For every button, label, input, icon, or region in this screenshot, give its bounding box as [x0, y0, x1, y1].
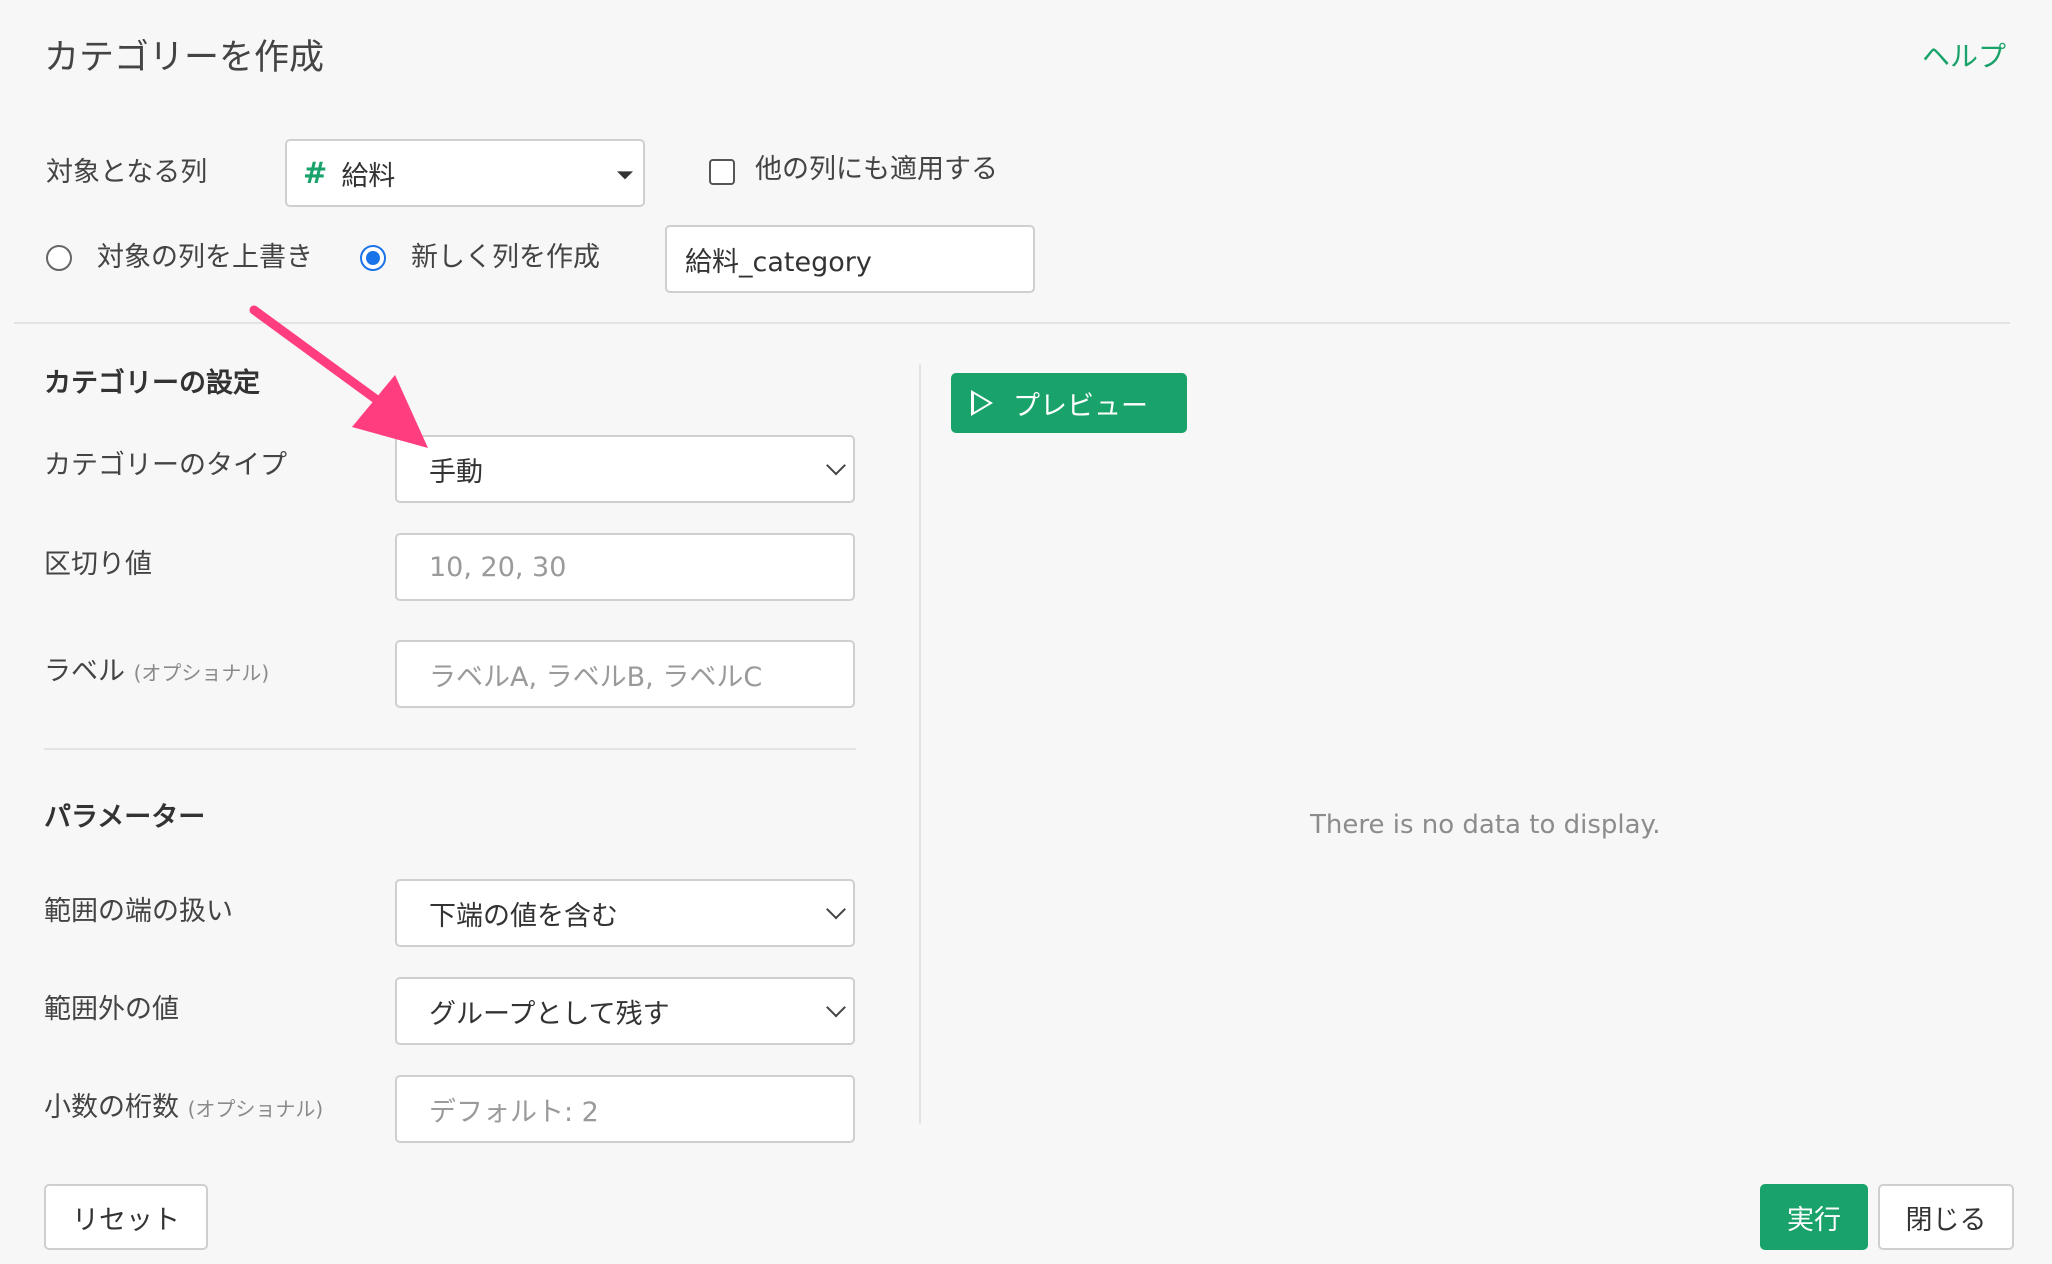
- chevron-down-icon: [826, 899, 846, 920]
- preview-button-label: プレビュー: [1013, 390, 1148, 422]
- out-of-range-select[interactable]: グループとして残す: [395, 977, 855, 1045]
- decimals-placeholder: デフォルト: 2: [429, 1096, 599, 1128]
- help-link[interactable]: ヘルプ: [1922, 38, 2006, 76]
- overwrite-column-label[interactable]: 対象の列を上書き: [97, 240, 313, 276]
- new-column-name-value: 給料_category: [685, 246, 872, 278]
- play-icon: [971, 390, 993, 416]
- range-edge-label: 範囲の端の扱い: [44, 896, 233, 927]
- create-category-dialog: カテゴリーを作成 ヘルプ 対象となる列 # 給料 他の列にも適用する 対象の列を…: [0, 0, 2052, 1264]
- empty-preview-message: There is no data to display.: [1310, 810, 1661, 840]
- chevron-down-icon: [826, 455, 846, 476]
- labels-optional-hint: (オプショナル): [133, 661, 270, 685]
- labels-input[interactable]: ラベルA, ラベルB, ラベルC: [395, 640, 855, 708]
- caret-down-icon: [617, 171, 633, 180]
- target-column-select[interactable]: # 給料: [285, 139, 645, 207]
- apply-other-columns-checkbox[interactable]: [709, 159, 735, 185]
- dialog-title: カテゴリーを作成: [44, 38, 325, 78]
- reset-button[interactable]: リセット: [44, 1184, 208, 1250]
- out-of-range-label: 範囲外の値: [44, 994, 179, 1025]
- target-column-label: 対象となる列: [46, 157, 208, 188]
- chevron-down-icon: [826, 997, 846, 1018]
- new-column-name-input[interactable]: 給料_category: [665, 225, 1035, 293]
- decimals-optional-hint: (オプショナル): [187, 1097, 324, 1121]
- decimals-input[interactable]: デフォルト: 2: [395, 1075, 855, 1143]
- run-button[interactable]: 実行: [1760, 1184, 1868, 1250]
- range-edge-select[interactable]: 下端の値を含む: [395, 879, 855, 947]
- range-edge-value: 下端の値を含む: [429, 900, 618, 932]
- category-settings-heading: カテゴリーの設定: [44, 368, 260, 399]
- category-type-value: 手動: [429, 456, 483, 488]
- breaks-input[interactable]: 10, 20, 30: [395, 533, 855, 601]
- category-type-select[interactable]: 手動: [395, 435, 855, 503]
- decimals-label: 小数の桁数 (オプショナル): [44, 1090, 323, 1127]
- panel-divider: [919, 364, 921, 1124]
- category-type-label: カテゴリーのタイプ: [44, 450, 287, 481]
- apply-other-columns-label[interactable]: 他の列にも適用する: [755, 152, 998, 188]
- section-divider: [14, 322, 2010, 324]
- breaks-placeholder: 10, 20, 30: [429, 551, 567, 583]
- breaks-label: 区切り値: [44, 549, 152, 580]
- preview-button[interactable]: プレビュー: [951, 373, 1187, 433]
- params-divider: [44, 748, 856, 750]
- new-column-label[interactable]: 新しく列を作成: [411, 240, 600, 276]
- labels-label: ラベル (オプショナル): [44, 654, 269, 691]
- labels-placeholder: ラベルA, ラベルB, ラベルC: [429, 661, 763, 693]
- numeric-column-icon: #: [303, 156, 328, 190]
- decimals-label-text: 小数の桁数: [44, 1092, 179, 1123]
- out-of-range-value: グループとして残す: [429, 998, 670, 1030]
- overwrite-column-radio[interactable]: [46, 245, 72, 271]
- new-column-radio[interactable]: [360, 245, 386, 271]
- close-button[interactable]: 閉じる: [1878, 1184, 2014, 1250]
- parameters-heading: パラメーター: [44, 802, 206, 833]
- target-column-value: 給料: [341, 160, 396, 192]
- labels-label-text: ラベル: [44, 656, 125, 687]
